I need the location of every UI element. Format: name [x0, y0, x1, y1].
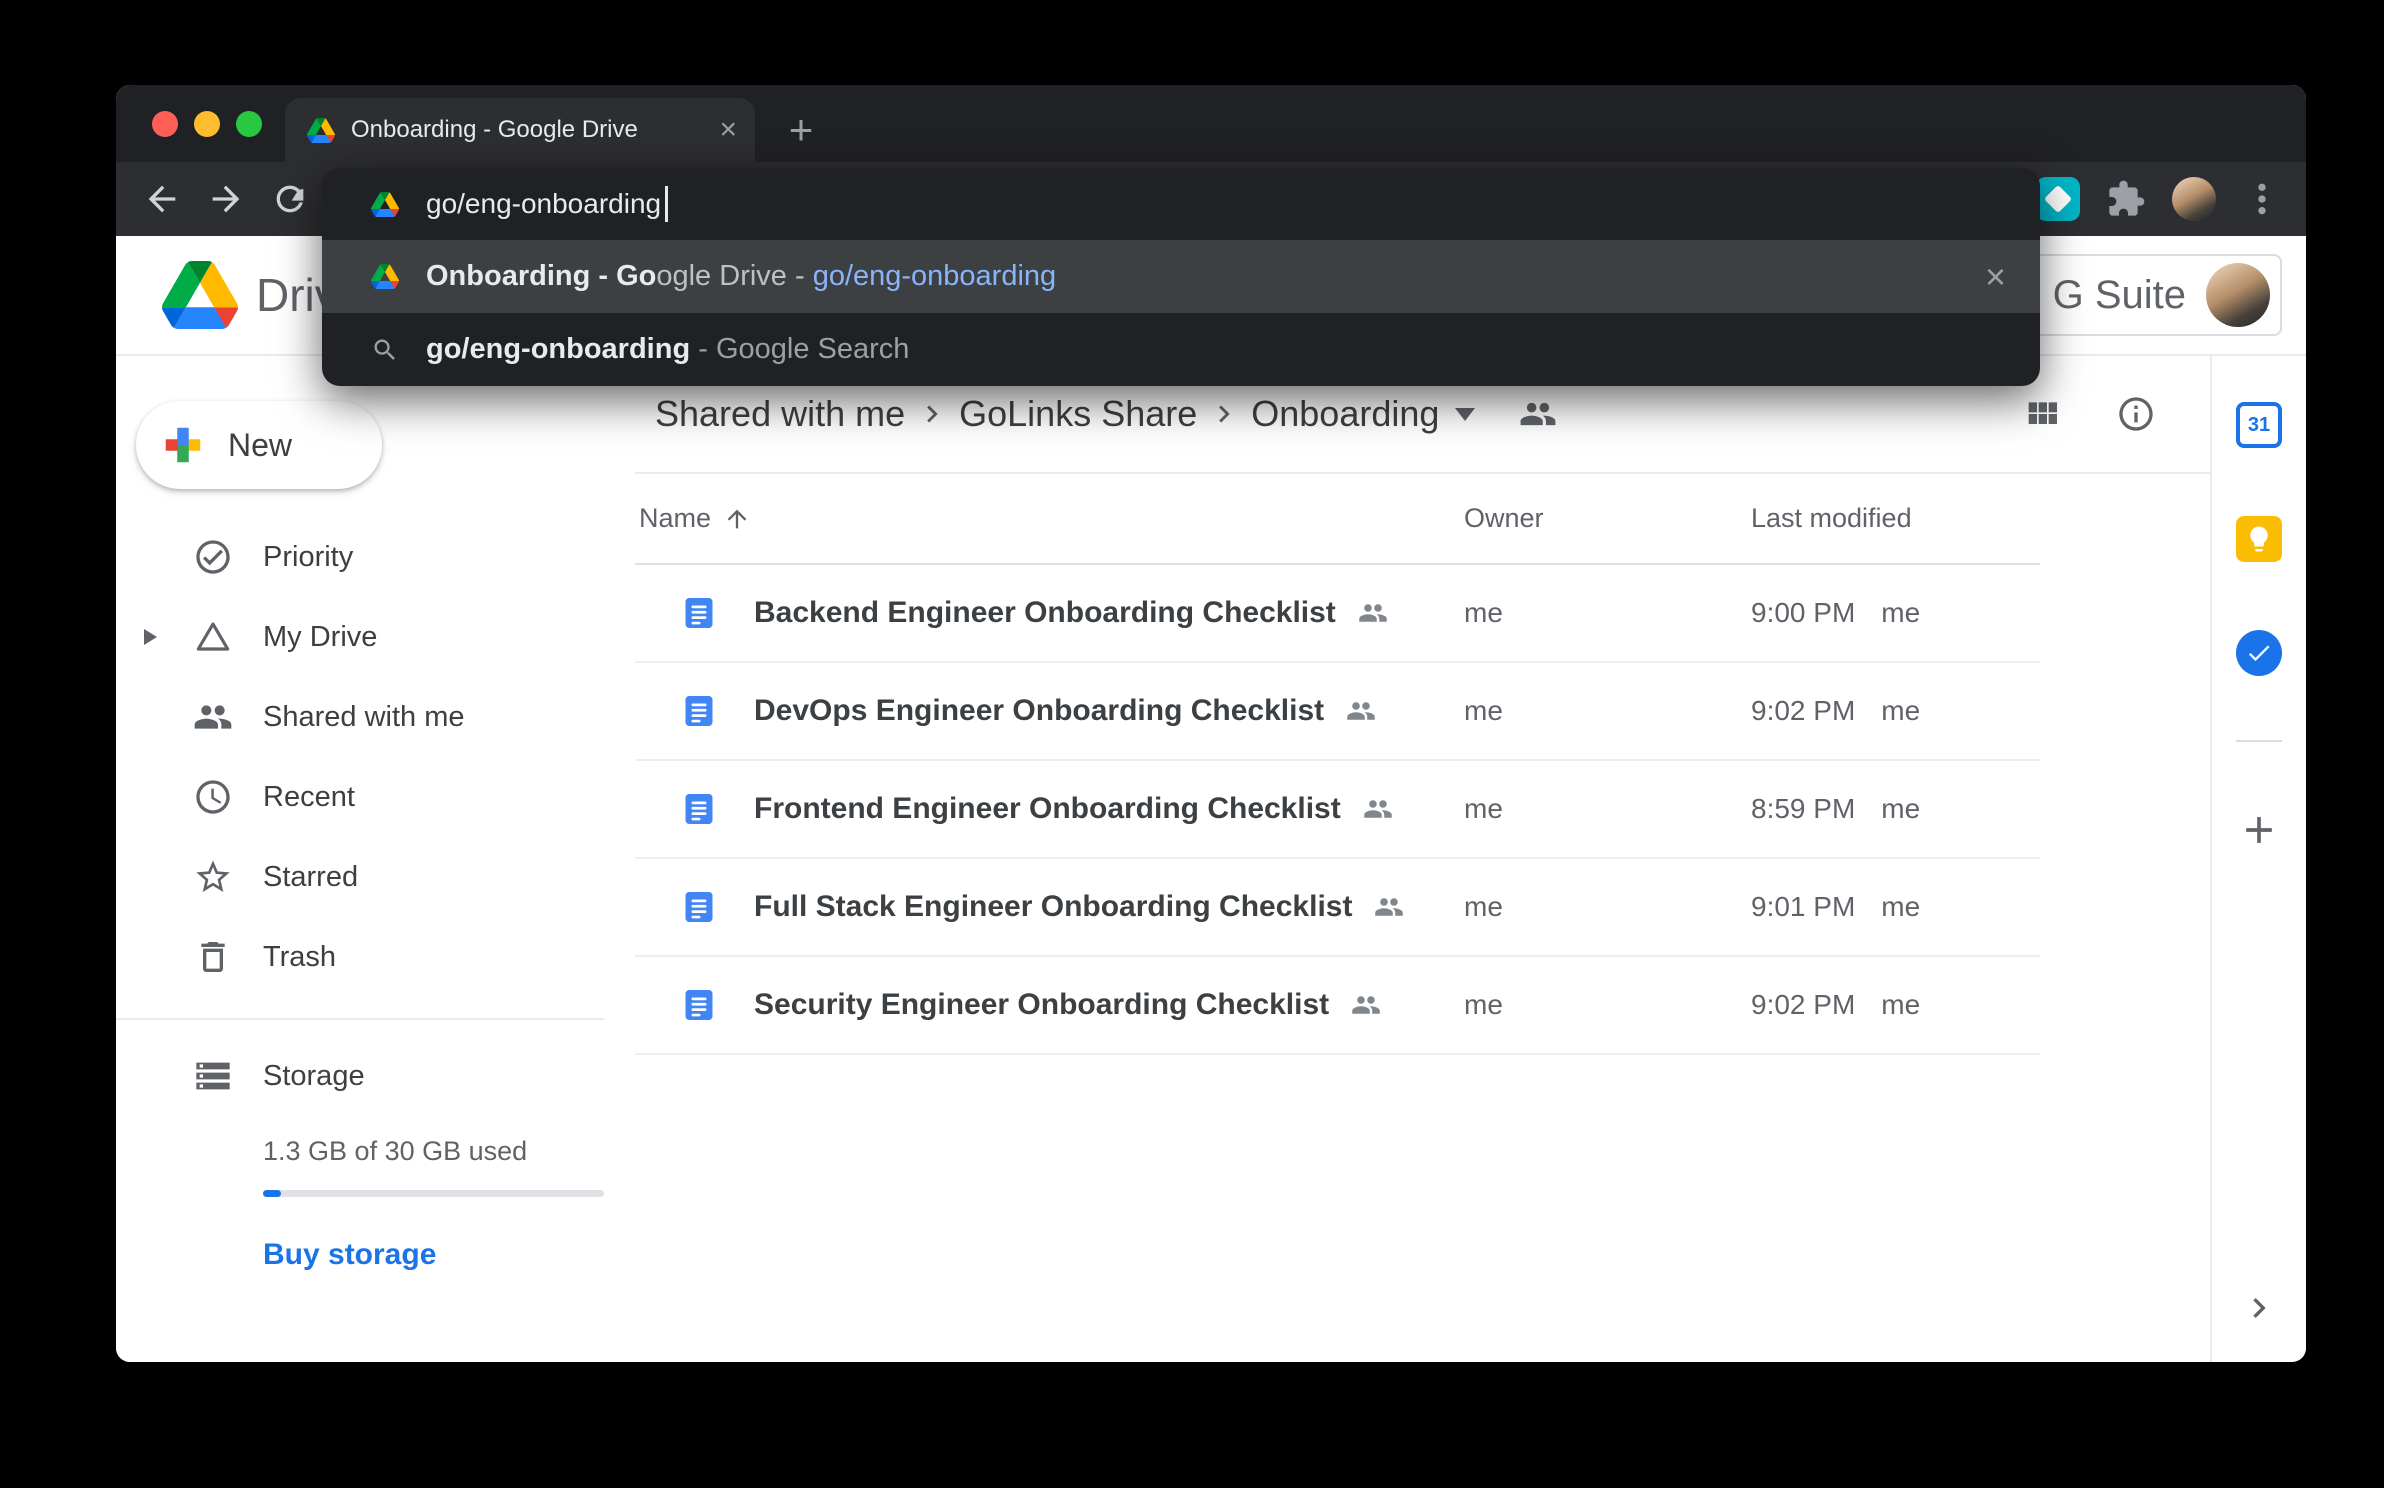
- lightbulb-icon: [2244, 524, 2274, 554]
- sidebar-item-shared-with-me[interactable]: Shared with me: [116, 677, 621, 757]
- minimize-window-button[interactable]: [194, 111, 220, 137]
- google-docs-icon: [681, 889, 717, 925]
- chevron-right-icon: [915, 397, 949, 431]
- omnibox-input[interactable]: go/eng-onboarding: [426, 188, 661, 220]
- breadcrumb-shared-with-me[interactable]: Shared with me: [655, 393, 905, 435]
- omnibox-dropdown-panel: go/eng-onboarding Onboarding - Google Dr…: [322, 168, 2040, 386]
- breadcrumb-golinks-share[interactable]: GoLinks Share: [959, 393, 1197, 435]
- google-docs-icon: [681, 791, 717, 827]
- sidebar-divider: [116, 1018, 604, 1020]
- suggestion-drive-result[interactable]: Onboarding - Google Drive - go/eng-onboa…: [322, 240, 2040, 313]
- drive-logo-icon: [162, 261, 238, 329]
- side-panel-rail: 31: [2210, 356, 2306, 1362]
- account-avatar[interactable]: [2206, 263, 2270, 327]
- omnibox[interactable]: go/eng-onboarding: [322, 168, 2040, 240]
- search-icon: [371, 336, 399, 364]
- column-header-name[interactable]: Name: [639, 503, 711, 534]
- browser-window: Onboarding - Google Drive × + Drive G Su…: [116, 85, 2306, 1362]
- traffic-lights: [152, 111, 262, 137]
- buy-storage-link[interactable]: Buy storage: [263, 1238, 436, 1272]
- shared-indicator-icon: [1346, 696, 1376, 726]
- google-docs-icon: [681, 595, 717, 631]
- add-addon-icon[interactable]: [2237, 808, 2281, 852]
- my-drive-icon: [193, 617, 233, 657]
- column-header-owner[interactable]: Owner: [1464, 503, 1751, 534]
- reload-icon[interactable]: [270, 179, 310, 219]
- browser-tab[interactable]: Onboarding - Google Drive ×: [285, 98, 755, 162]
- drive-favicon-icon: [371, 192, 399, 217]
- breadcrumb-onboarding[interactable]: Onboarding: [1251, 393, 1439, 435]
- table-row[interactable]: DevOps Engineer Onboarding Checklist me …: [635, 663, 2040, 761]
- fullscreen-window-button[interactable]: [236, 111, 262, 137]
- storage-progress-fill: [263, 1190, 281, 1197]
- shared-with-me-icon: [193, 697, 233, 737]
- calendar-icon[interactable]: 31: [2236, 402, 2282, 448]
- text-cursor: [665, 186, 668, 222]
- shared-indicator-icon: [1363, 794, 1393, 824]
- storage-usage-text: 1.3 GB of 30 GB used: [263, 1136, 527, 1167]
- puzzle-extensions-icon[interactable]: [2106, 179, 2146, 219]
- browser-profile-avatar[interactable]: [2172, 177, 2216, 221]
- column-header-modified[interactable]: Last modified: [1751, 503, 2040, 534]
- tab-close-icon[interactable]: ×: [719, 115, 737, 145]
- sidebar-item-recent[interactable]: Recent: [116, 757, 621, 837]
- extension-icon[interactable]: [2036, 177, 2080, 221]
- new-plus-icon: [160, 422, 206, 468]
- table-row[interactable]: Frontend Engineer Onboarding Checklist m…: [635, 761, 2040, 859]
- keep-icon[interactable]: [2236, 516, 2282, 562]
- gsuite-label: G Suite: [2053, 273, 2186, 318]
- collapse-panel-chevron-icon[interactable]: [2239, 1288, 2279, 1328]
- window-titlebar: Onboarding - Google Drive × +: [116, 85, 2306, 162]
- gsuite-account-box[interactable]: G Suite: [2025, 254, 2282, 336]
- sidebar-item-starred[interactable]: Starred: [116, 837, 621, 917]
- storage-progress-bar: [263, 1190, 604, 1197]
- trash-icon: [193, 937, 233, 977]
- priority-icon: [193, 537, 233, 577]
- rail-divider: [2236, 740, 2282, 742]
- google-docs-icon: [681, 987, 717, 1023]
- sort-ascending-icon[interactable]: [723, 505, 751, 533]
- check-icon: [2245, 639, 2273, 667]
- chevron-down-icon[interactable]: [1455, 408, 1475, 421]
- new-tab-button[interactable]: +: [776, 105, 826, 155]
- forward-icon[interactable]: [206, 179, 246, 219]
- back-icon[interactable]: [142, 179, 182, 219]
- recent-clock-icon: [193, 777, 233, 817]
- close-window-button[interactable]: [152, 111, 178, 137]
- suggestion-google-search[interactable]: go/eng-onboarding - Google Search: [322, 313, 2040, 386]
- folder-shared-people-icon: [1519, 395, 1557, 433]
- info-icon[interactable]: [2116, 394, 2156, 434]
- sidebar-item-priority[interactable]: Priority: [116, 517, 621, 597]
- table-row[interactable]: Backend Engineer Onboarding Checklist me…: [635, 565, 2040, 663]
- chevron-right-icon: [1207, 397, 1241, 431]
- drive-favicon-icon: [371, 264, 399, 289]
- shared-indicator-icon: [1374, 892, 1404, 922]
- sidebar-item-storage[interactable]: Storage: [116, 1040, 621, 1112]
- grid-view-icon[interactable]: [2022, 394, 2062, 434]
- sidebar-item-trash[interactable]: Trash: [116, 917, 621, 997]
- drive-app: Drive G Suite New Priority: [116, 236, 2306, 1362]
- dismiss-suggestion-icon[interactable]: ×: [1985, 259, 2006, 295]
- tab-title: Onboarding - Google Drive: [351, 116, 709, 144]
- sidebar-item-my-drive[interactable]: My Drive: [116, 597, 621, 677]
- star-icon: [193, 857, 233, 897]
- file-table: Name Owner Last modified Backend Enginee…: [635, 474, 2040, 1055]
- drive-favicon-icon: [307, 118, 335, 143]
- new-button[interactable]: New: [136, 401, 382, 489]
- drive-main: Shared with me GoLinks Share Onboarding …: [635, 356, 2210, 1362]
- table-row[interactable]: Full Stack Engineer Onboarding Checklist…: [635, 859, 2040, 957]
- expand-caret-icon[interactable]: [144, 629, 157, 645]
- tasks-icon[interactable]: [2236, 630, 2282, 676]
- drive-sidebar: New Priority My Drive Shared with me: [116, 356, 635, 1362]
- shared-indicator-icon: [1351, 990, 1381, 1020]
- table-row[interactable]: Security Engineer Onboarding Checklist m…: [635, 957, 2040, 1055]
- browser-menu-kebab-icon[interactable]: [2242, 179, 2282, 219]
- shared-indicator-icon: [1358, 598, 1388, 628]
- google-docs-icon: [681, 693, 717, 729]
- storage-icon: [193, 1056, 233, 1096]
- table-header-row: Name Owner Last modified: [635, 474, 2040, 565]
